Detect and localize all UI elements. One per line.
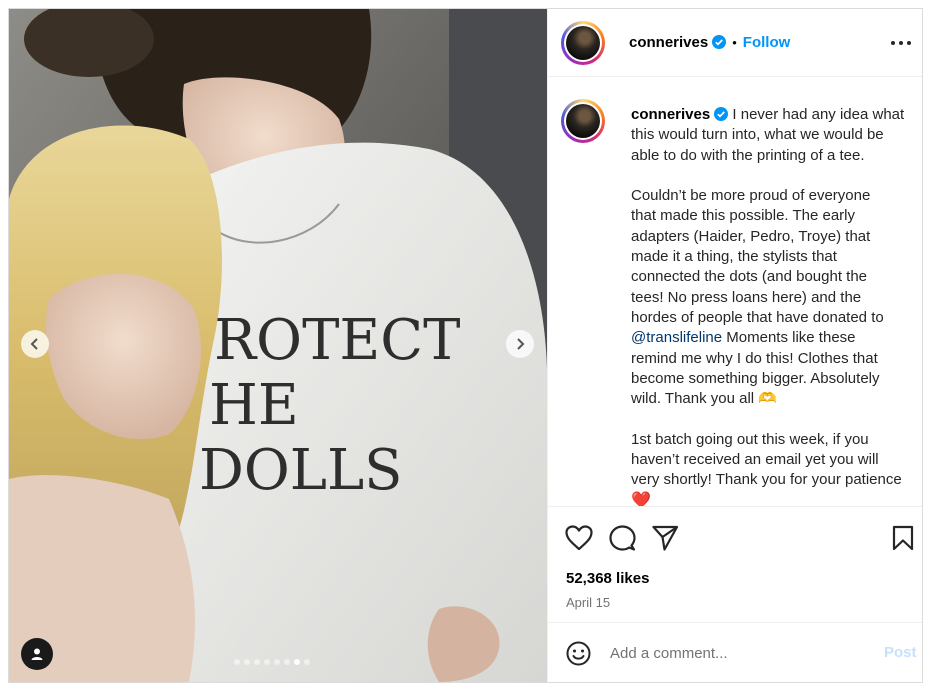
caption-line: adapters (Haider, Pedro, Troye) that <box>631 227 871 245</box>
caption-line: haven’t received an email yet you will <box>631 451 879 469</box>
user-tag-icon <box>31 648 43 660</box>
carousel-dot <box>274 659 280 665</box>
verified-badge-icon <box>714 107 729 121</box>
shirt-text-3: DOLLS <box>199 438 403 503</box>
carousel-indicator <box>234 659 310 665</box>
post-date[interactable]: April 15 <box>566 595 610 610</box>
caption-line: tees! No press loans here) and the <box>631 288 862 306</box>
username-link[interactable]: connerives <box>629 34 708 51</box>
post-actions: 52,368 likes April 15 <box>548 506 922 632</box>
comment-icon[interactable] <box>609 525 636 552</box>
caption-line: hordes of people that have donated to <box>631 308 884 326</box>
post-image: ROTECT HE DOLLS <box>9 9 547 682</box>
caption-area: connerives I never had any idea what thi… <box>548 78 922 506</box>
shirt-text-1: ROTECT <box>214 308 461 373</box>
heart-icon[interactable] <box>565 525 593 551</box>
post-side-panel: connerives • Follow connerives I never ha… <box>547 9 922 682</box>
carousel-dot <box>284 659 290 665</box>
avatar[interactable] <box>561 21 605 65</box>
caption-line: 1st batch going out this week, if you <box>631 430 869 448</box>
carousel-dot <box>254 659 260 665</box>
shirt-text-2: HE <box>209 373 299 438</box>
post-photo: ROTECT HE DOLLS <box>9 9 547 682</box>
carousel-dot <box>304 659 310 665</box>
caption-text: connerives I never had any idea what thi… <box>631 105 921 506</box>
caption-line: connected the dots (and bought the <box>631 268 868 286</box>
bookmark-icon[interactable] <box>892 525 914 551</box>
caption-line: Moments like these <box>722 329 856 347</box>
follow-button[interactable]: Follow <box>743 34 791 51</box>
caption-line: this would turn into, what we would be <box>631 126 884 144</box>
carousel-dot-active <box>294 659 300 665</box>
caption-avatar[interactable] <box>561 99 605 143</box>
caption-line: that made this possible. The early <box>631 207 856 225</box>
caption-line: become something bigger. Absolutely <box>631 369 880 387</box>
comment-input[interactable] <box>610 642 865 664</box>
caption-line: able to do with the printing of a tee. <box>631 146 865 164</box>
carousel-next-button[interactable] <box>506 330 534 358</box>
caption-line: made it a thing, the stylists that <box>631 248 837 266</box>
caption-line: remind me why I do this! Clothes that <box>631 349 878 367</box>
caption-line: I never had any idea what <box>732 106 905 123</box>
verified-badge-icon <box>712 35 727 49</box>
post-header: connerives • Follow <box>548 9 922 77</box>
user-tags-button[interactable] <box>21 638 53 670</box>
caption-line: wild. Thank you all 🫶 <box>631 390 777 408</box>
post-modal: ROTECT HE DOLLS connerives • Follow conn… <box>8 8 923 683</box>
post-comment-button[interactable]: Post <box>884 644 917 661</box>
heart-emoji: ❤️ <box>631 491 651 506</box>
chevron-left-icon <box>30 338 38 350</box>
header-user: connerives • Follow <box>629 34 790 52</box>
chevron-right-icon <box>517 338 525 350</box>
share-icon[interactable] <box>652 525 679 551</box>
carousel-prev-button[interactable] <box>21 330 49 358</box>
comment-bar: Post <box>548 622 922 682</box>
mention-link[interactable]: @translifeline <box>631 329 722 346</box>
carousel-dot <box>244 659 250 665</box>
caption-line: Couldn’t be more proud of everyone <box>631 187 871 205</box>
likes-count[interactable]: 52,368 likes <box>566 570 649 587</box>
carousel-dot <box>264 659 270 665</box>
caption-line: very shortly! Thank you for your patienc… <box>631 471 902 489</box>
separator: • <box>732 35 737 50</box>
caption-username[interactable]: connerives <box>631 106 710 123</box>
more-options-icon[interactable] <box>891 41 911 45</box>
emoji-icon[interactable] <box>566 641 591 666</box>
carousel-dot <box>234 659 240 665</box>
